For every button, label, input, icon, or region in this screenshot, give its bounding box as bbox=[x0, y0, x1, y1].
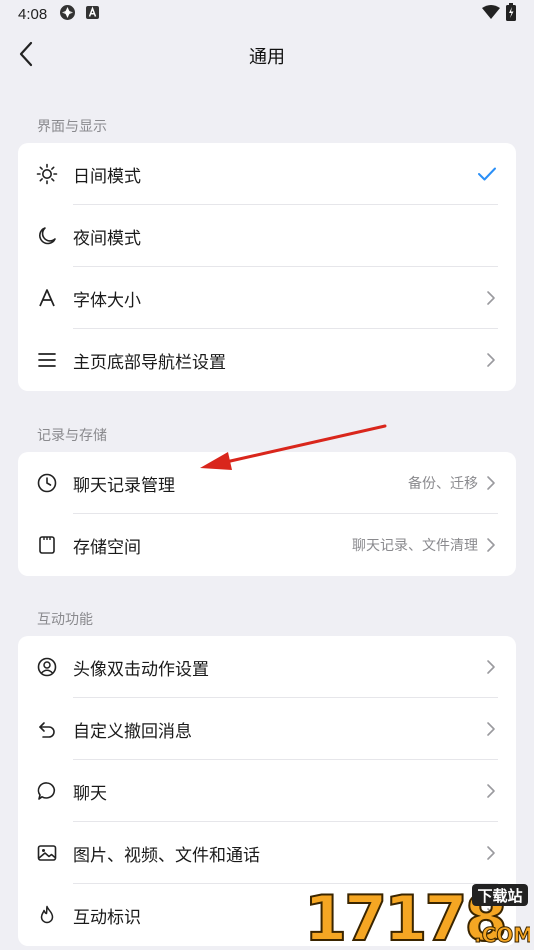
row-label: 自定义撤回消息 bbox=[73, 721, 192, 742]
row-chat-history[interactable]: 聊天记录管理 备份、迁移 bbox=[18, 452, 516, 514]
chevron-right-icon bbox=[484, 288, 498, 308]
status-time: 4:08 bbox=[18, 5, 48, 23]
row-detail: 备份、迁移 bbox=[408, 476, 478, 492]
clock-icon bbox=[36, 472, 58, 494]
chevron-right-icon bbox=[484, 350, 498, 370]
app-notification-icon bbox=[86, 5, 100, 23]
row-detail: 聊天记录、文件清理 bbox=[352, 538, 478, 554]
chat-bubble-icon bbox=[36, 780, 58, 802]
row-label: 聊天记录管理 bbox=[73, 475, 175, 496]
row-night-mode[interactable]: 夜间模式 bbox=[18, 205, 516, 267]
menu-icon bbox=[36, 349, 58, 371]
watermark-logo: 17178 下载站 .COM bbox=[302, 880, 534, 950]
image-icon bbox=[36, 842, 58, 864]
status-bar: 4:08 bbox=[0, 0, 534, 28]
page-title: 通用 bbox=[249, 47, 285, 68]
sun-icon bbox=[36, 163, 58, 185]
row-label: 图片、视频、文件和通话 bbox=[73, 845, 260, 866]
status-icons-left bbox=[59, 4, 100, 25]
chevron-right-icon bbox=[484, 657, 498, 677]
chevron-right-icon bbox=[484, 843, 498, 863]
flame-icon bbox=[36, 904, 58, 926]
back-button[interactable] bbox=[10, 40, 42, 72]
storage-settings-card: 聊天记录管理 备份、迁移 存储空间 聊天记录、文件清理 bbox=[18, 452, 516, 576]
row-font-size[interactable]: 字体大小 bbox=[18, 267, 516, 329]
moon-icon bbox=[36, 225, 58, 247]
row-label: 存储空间 bbox=[73, 537, 141, 558]
battery-icon bbox=[506, 3, 516, 25]
row-label: 日间模式 bbox=[73, 166, 141, 187]
row-chat[interactable]: 聊天 bbox=[18, 760, 516, 822]
row-avatar-double-tap[interactable]: 头像双击动作设置 bbox=[18, 636, 516, 698]
row-storage-space[interactable]: 存储空间 聊天记录、文件清理 bbox=[18, 514, 516, 576]
back-arrow-icon bbox=[18, 41, 34, 71]
row-day-mode[interactable]: 日间模式 bbox=[18, 143, 516, 205]
display-settings-card: 日间模式 夜间模式 字体大小 主页底部导航栏设置 bbox=[18, 143, 516, 391]
watermark-domain: .COM bbox=[474, 923, 530, 947]
row-label: 互动标识 bbox=[73, 907, 141, 928]
wifi-icon bbox=[482, 5, 500, 23]
chevron-right-icon bbox=[484, 719, 498, 739]
undo-icon bbox=[36, 718, 58, 740]
sd-card-icon bbox=[36, 534, 58, 556]
row-label: 头像双击动作设置 bbox=[73, 659, 209, 680]
row-media-files-calls[interactable]: 图片、视频、文件和通话 bbox=[18, 822, 516, 884]
row-label: 主页底部导航栏设置 bbox=[73, 352, 226, 373]
section-header-display: 界面与显示 bbox=[37, 119, 107, 135]
avatar-icon bbox=[36, 656, 58, 678]
vpn-icon bbox=[59, 4, 76, 25]
row-custom-recall-message[interactable]: 自定义撤回消息 bbox=[18, 698, 516, 760]
row-bottom-nav-settings[interactable]: 主页底部导航栏设置 bbox=[18, 329, 516, 391]
section-header-interaction: 互动功能 bbox=[37, 612, 93, 628]
section-header-storage: 记录与存储 bbox=[37, 428, 107, 444]
font-icon bbox=[36, 287, 58, 309]
chevron-right-icon bbox=[484, 473, 498, 493]
status-icons-right bbox=[482, 3, 516, 25]
chevron-right-icon bbox=[484, 535, 498, 555]
row-label: 字体大小 bbox=[73, 290, 141, 311]
chevron-right-icon bbox=[484, 781, 498, 801]
check-icon bbox=[476, 163, 498, 185]
title-bar: 通用 bbox=[0, 28, 534, 84]
watermark-badge: 下载站 bbox=[477, 887, 522, 905]
row-label: 夜间模式 bbox=[73, 228, 141, 249]
row-label: 聊天 bbox=[73, 783, 107, 804]
